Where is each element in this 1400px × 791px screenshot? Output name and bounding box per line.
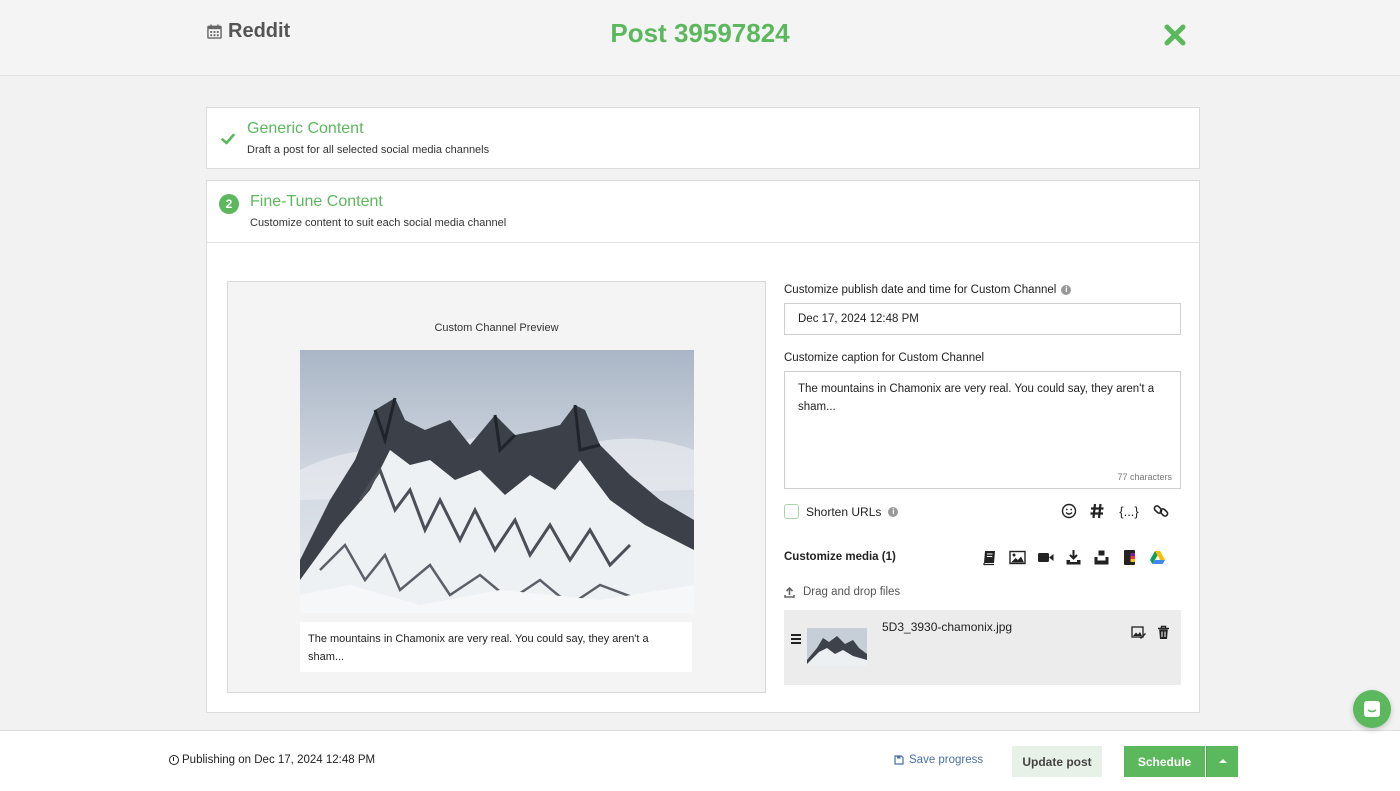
upload-icon — [784, 586, 795, 598]
hashtag-icon[interactable] — [1088, 502, 1106, 520]
media-sources — [981, 549, 1166, 566]
caption-tools: {...} — [1060, 502, 1170, 520]
step-number-badge: 2 — [219, 194, 239, 214]
channel-preview: Custom Channel Preview The mountains in … — [227, 281, 766, 693]
chat-support-button[interactable] — [1353, 690, 1391, 728]
file-actions — [1131, 625, 1171, 640]
drag-drop-label: Drag and drop files — [803, 586, 901, 598]
emoji-icon[interactable] — [1060, 502, 1078, 520]
date-label-row: Customize publish date and time for Cust… — [784, 284, 1072, 296]
dropbox-icon[interactable] — [1093, 549, 1110, 566]
download-icon[interactable] — [1065, 549, 1082, 566]
header: Reddit Post 39597824 — [0, 0, 1400, 76]
publishing-text: Publishing on Dec 17, 2024 12:48 PM — [182, 754, 376, 766]
publish-date-input[interactable] — [784, 303, 1181, 335]
preview-caption: The mountains in Chamonix are very real.… — [300, 622, 692, 672]
save-progress-button[interactable]: Save progress — [894, 754, 983, 766]
caption-label: Customize caption for Custom Channel — [784, 352, 985, 364]
step-title: Generic Content — [247, 120, 364, 137]
trash-icon[interactable] — [1156, 625, 1171, 640]
file-name: 5D3_3930-chamonix.jpg — [882, 620, 1013, 634]
variables-icon[interactable]: {...} — [1116, 502, 1142, 520]
save-icon — [894, 755, 904, 765]
step-description: Draft a post for all selected social med… — [247, 144, 490, 156]
media-file-item: 5D3_3930-chamonix.jpg — [784, 610, 1181, 685]
date-label: Customize publish date and time for Cust… — [784, 284, 1057, 296]
step-fine-tune-content: 2 Fine-Tune Content Customize content to… — [206, 180, 1200, 713]
chat-icon — [1364, 701, 1380, 717]
clock-icon — [169, 755, 179, 765]
checkmark-icon — [221, 133, 235, 145]
character-count: 77 characters — [1117, 472, 1172, 482]
close-icon[interactable] — [1162, 22, 1188, 48]
shorten-urls-label: Shorten URLs — [806, 504, 882, 519]
google-drive-icon[interactable] — [1149, 549, 1166, 566]
page-title: Post 39597824 — [610, 18, 790, 48]
drag-drop-zone[interactable]: Drag and drop files — [784, 586, 900, 598]
shorten-urls-option: Shorten URLs i — [784, 504, 899, 519]
preview-title: Custom Channel Preview — [434, 322, 559, 334]
media-section-header: Customize media (1) — [784, 549, 1181, 569]
link-icon[interactable] — [1152, 502, 1170, 520]
canva-icon[interactable] — [1121, 549, 1138, 566]
info-icon[interactable]: i — [1061, 285, 1072, 295]
caption-textarea[interactable]: The mountains in Chamonix are very real.… — [784, 371, 1181, 489]
library-icon[interactable] — [981, 549, 998, 566]
divider — [207, 242, 1199, 243]
media-label: Customize media (1) — [784, 551, 896, 563]
info-icon[interactable]: i — [888, 506, 899, 517]
preview-image — [300, 350, 694, 613]
step-description: Customize content to suit each social me… — [250, 217, 507, 229]
footer: Publishing on Dec 17, 2024 12:48 PM Save… — [0, 730, 1400, 791]
file-thumbnail — [807, 628, 867, 666]
update-post-button[interactable]: Update post — [1012, 746, 1102, 777]
drag-handle-icon[interactable] — [791, 634, 801, 646]
image-icon[interactable] — [1009, 549, 1026, 566]
video-icon[interactable] — [1037, 549, 1054, 566]
shorten-urls-checkbox[interactable] — [784, 504, 799, 519]
schedule-button[interactable]: Schedule — [1124, 746, 1205, 777]
schedule-options-dropdown[interactable] — [1206, 746, 1238, 777]
step-generic-content[interactable]: Generic Content Draft a post for all sel… — [206, 107, 1200, 169]
save-progress-label: Save progress — [909, 754, 984, 766]
publishing-status: Publishing on Dec 17, 2024 12:48 PM — [169, 754, 375, 766]
step-title: Fine-Tune Content — [250, 193, 383, 210]
edit-image-icon[interactable] — [1131, 625, 1146, 640]
caption-text: The mountains in Chamonix are very real.… — [798, 383, 1155, 413]
